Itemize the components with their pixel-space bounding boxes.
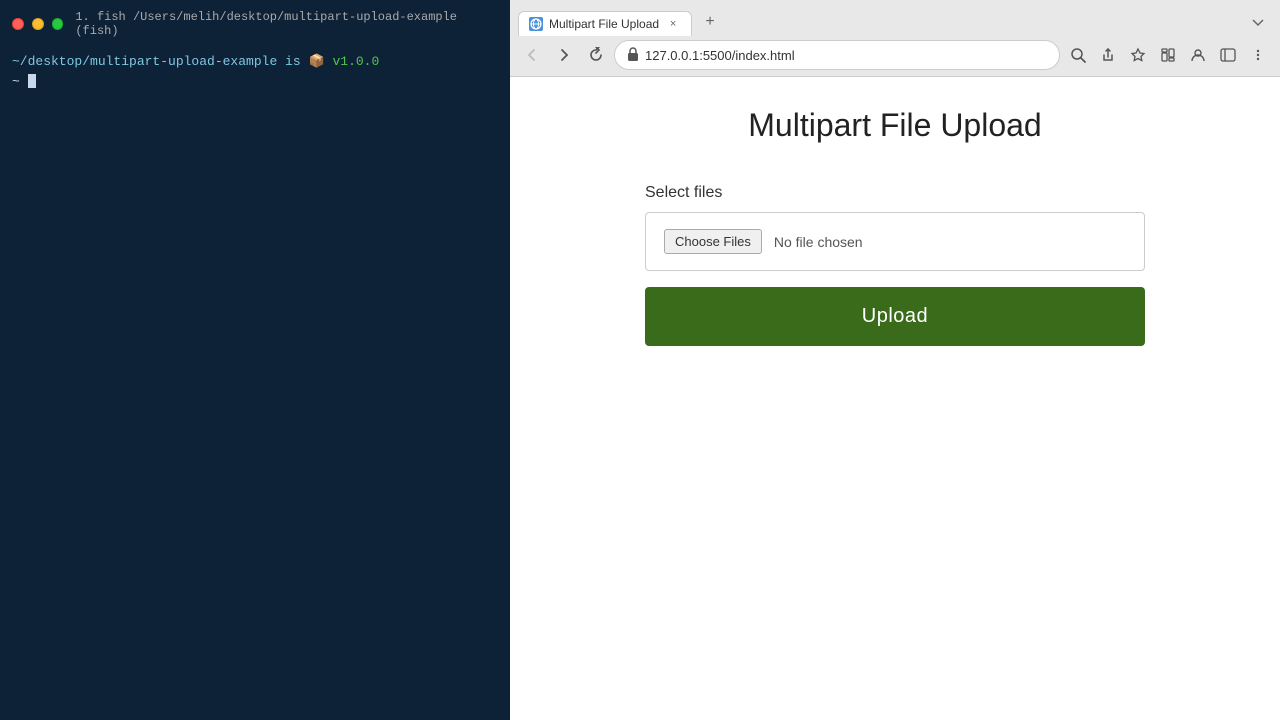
- browser-content: Multipart File Upload Select files Choos…: [510, 77, 1280, 720]
- browser-tabs: Multipart File Upload × +: [510, 0, 1280, 36]
- forward-button[interactable]: [550, 41, 578, 69]
- terminal-badge-icon: 📦: [308, 54, 324, 69]
- upload-button[interactable]: Upload: [645, 287, 1145, 346]
- terminal-cursor: [28, 74, 36, 88]
- tab-menu-button[interactable]: [1244, 8, 1272, 36]
- form-section: Select files Choose Files No file chosen…: [645, 184, 1145, 346]
- no-file-chosen-text: No file chosen: [774, 234, 863, 250]
- traffic-light-minimize[interactable]: [32, 18, 44, 30]
- reload-button[interactable]: [582, 41, 610, 69]
- address-lock-icon: [627, 47, 639, 64]
- page-title: Multipart File Upload: [550, 107, 1240, 144]
- choose-files-button[interactable]: Choose Files: [664, 229, 762, 254]
- terminal-version-text: v1.0.0: [332, 54, 379, 69]
- browser-panel: Multipart File Upload × +: [510, 0, 1280, 720]
- share-button[interactable]: [1094, 41, 1122, 69]
- browser-chrome: Multipart File Upload × +: [510, 0, 1280, 77]
- terminal-panel: 1. fish /Users/melih/desktop/multipart-u…: [0, 0, 510, 720]
- zoom-button[interactable]: [1064, 41, 1092, 69]
- terminal-title: 1. fish /Users/melih/desktop/multipart-u…: [75, 10, 498, 38]
- tab-close-button[interactable]: ×: [665, 16, 681, 32]
- menu-button[interactable]: [1244, 41, 1272, 69]
- new-tab-button[interactable]: +: [696, 8, 724, 36]
- select-files-label: Select files: [645, 184, 1145, 202]
- file-input-wrapper: Choose Files No file chosen: [645, 212, 1145, 271]
- tab-title: Multipart File Upload: [549, 17, 659, 31]
- sidebar-toggle-button[interactable]: [1214, 41, 1242, 69]
- toolbar-right-buttons: [1064, 41, 1272, 69]
- address-text: 127.0.0.1:5500/index.html: [645, 48, 1047, 63]
- terminal-body: ~/desktop/multipart-upload-example is 📦 …: [12, 52, 498, 91]
- browser-toolbar: 127.0.0.1:5500/index.html: [510, 36, 1280, 76]
- terminal-version-badge: 📦 v1.0.0: [308, 54, 379, 69]
- traffic-light-maximize[interactable]: [52, 18, 64, 30]
- terminal-titlebar: 1. fish /Users/melih/desktop/multipart-u…: [12, 10, 498, 38]
- back-button[interactable]: [518, 41, 546, 69]
- bookmark-button[interactable]: [1124, 41, 1152, 69]
- terminal-prompt-text: ~/desktop/multipart-upload-example is: [12, 54, 301, 69]
- traffic-light-close[interactable]: [12, 18, 24, 30]
- address-bar[interactable]: 127.0.0.1:5500/index.html: [614, 40, 1060, 70]
- terminal-prompt: ~/desktop/multipart-upload-example is 📦 …: [12, 54, 379, 69]
- extensions-button[interactable]: [1154, 41, 1182, 69]
- tab-favicon: [529, 17, 543, 31]
- profile-button[interactable]: [1184, 41, 1212, 69]
- browser-tab-active[interactable]: Multipart File Upload ×: [518, 11, 692, 36]
- terminal-cursor-line: ~: [12, 74, 36, 89]
